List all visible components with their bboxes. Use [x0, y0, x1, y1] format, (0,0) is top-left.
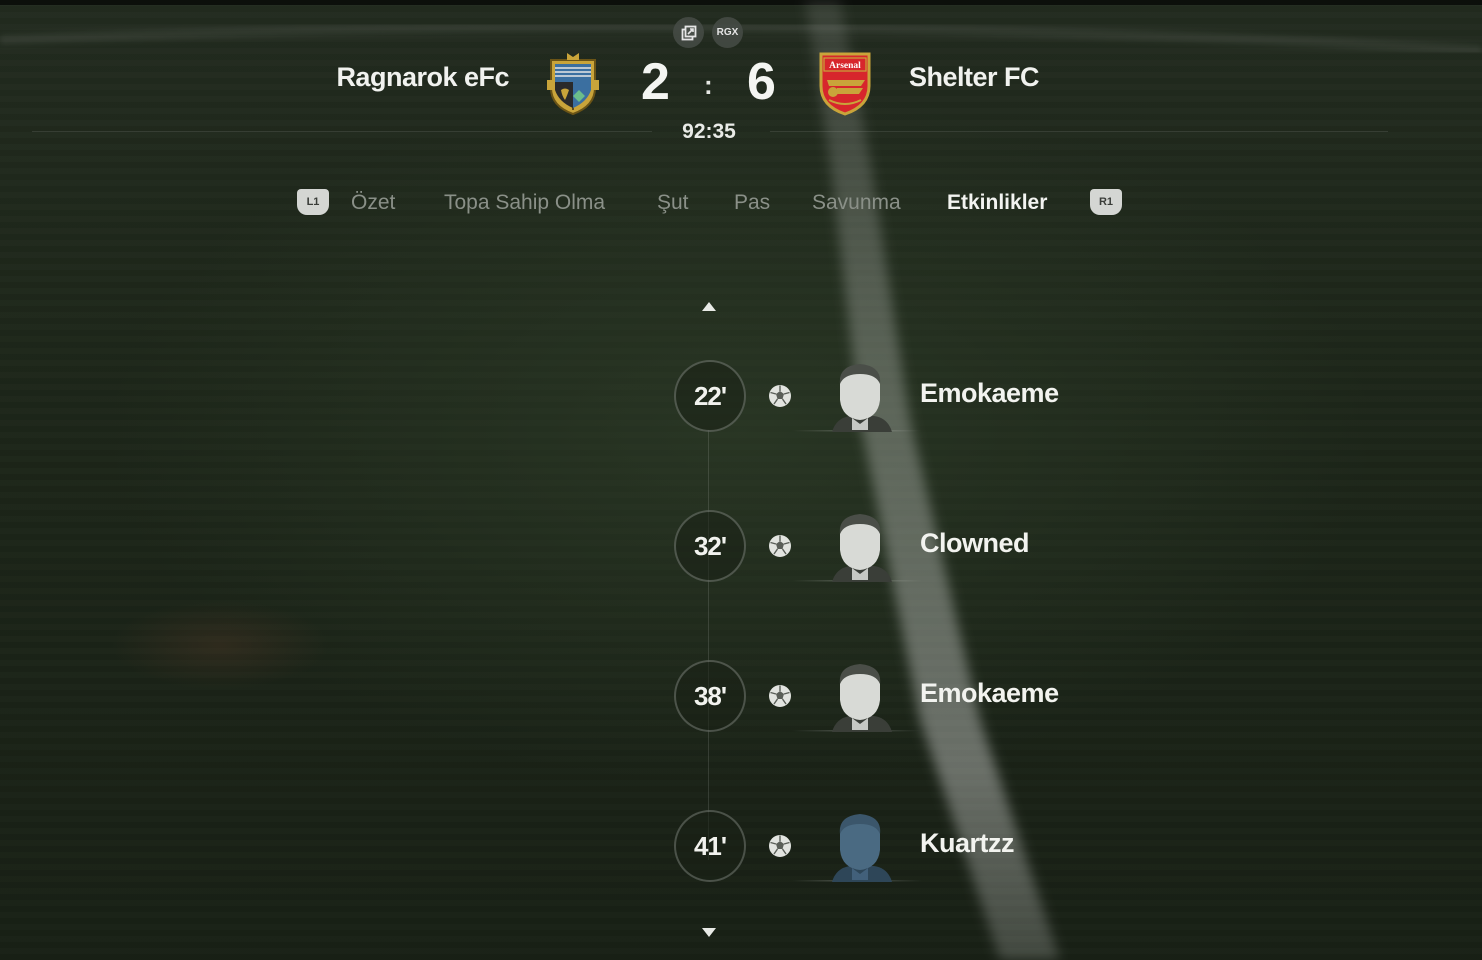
event-player-name: Emokaeme — [920, 378, 1059, 408]
football-icon — [769, 685, 791, 707]
tab-etkinlikler[interactable]: Etkinlikler — [947, 191, 1047, 215]
event-player-name: Kuartzz — [920, 828, 1015, 858]
football-icon — [769, 385, 791, 407]
event-player-name: Clowned — [920, 528, 1030, 558]
match-clock: 92:35 — [682, 120, 736, 143]
r1-shoulder-button[interactable]: R1 — [1090, 189, 1122, 215]
tab-topa-sahip-olma[interactable]: Topa Sahip Olma — [444, 191, 605, 215]
tab-pas[interactable]: Pas — [734, 191, 770, 215]
score-separator: : — [704, 70, 713, 100]
tab-ozet[interactable]: Özet — [351, 191, 395, 215]
home-team-name: Ragnarok eFc — [336, 62, 509, 92]
event-minute: 22' — [674, 360, 746, 432]
timeline-line — [708, 430, 709, 860]
popout-icon[interactable] — [673, 17, 704, 48]
player-avatar — [792, 664, 922, 732]
away-team-name: Shelter FC — [909, 62, 1040, 92]
tab-sut[interactable]: Şut — [657, 191, 689, 215]
away-crest-text: Arsenal — [829, 61, 861, 71]
player-avatar — [792, 514, 922, 582]
scroll-up-arrow-icon[interactable] — [702, 302, 716, 311]
event-row[interactable]: 32' Clowned — [674, 510, 1194, 582]
player-avatar — [792, 814, 922, 882]
football-icon — [769, 535, 791, 557]
header-divider-right — [770, 131, 1388, 132]
home-team-crest-icon — [547, 53, 599, 116]
event-row[interactable]: 41' Kuartzz — [674, 810, 1194, 882]
event-minute: 32' — [674, 510, 746, 582]
event-minute: 38' — [674, 660, 746, 732]
home-score: 2 — [641, 53, 670, 111]
scroll-down-arrow-icon[interactable] — [702, 928, 716, 937]
football-icon — [769, 835, 791, 857]
event-row[interactable]: 38' Emokaeme — [674, 660, 1194, 732]
event-row[interactable]: 22' Emokaeme — [674, 360, 1194, 432]
top-icons: RGX — [673, 17, 743, 48]
away-team-crest-icon: Arsenal — [819, 52, 871, 116]
away-score: 6 — [747, 53, 776, 111]
event-player-name: Emokaeme — [920, 678, 1059, 708]
tab-savunma[interactable]: Savunma — [812, 191, 901, 215]
pitch-patch — [110, 600, 330, 690]
l1-shoulder-button[interactable]: L1 — [297, 189, 329, 215]
rgx-badge[interactable]: RGX — [712, 17, 743, 48]
player-avatar — [792, 364, 922, 432]
header-divider-left — [32, 131, 652, 132]
event-minute: 41' — [674, 810, 746, 882]
